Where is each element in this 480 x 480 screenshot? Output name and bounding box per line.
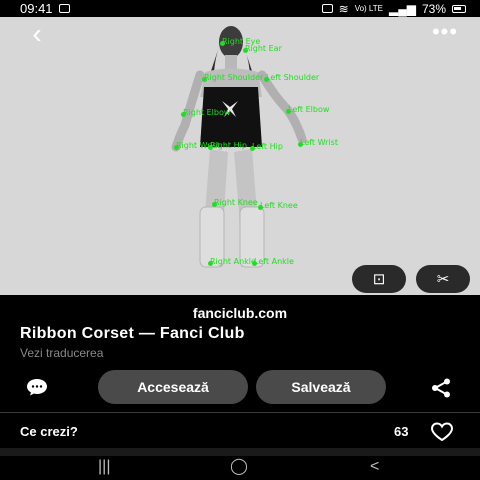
keypoint-label: Left Wrist [300, 138, 338, 147]
keypoint-label: Right Elbow [183, 108, 231, 117]
keypoint-label: Left Shoulder [266, 73, 320, 82]
recents-button[interactable]: ||| [98, 458, 110, 476]
battery-percent: 73% [421, 1, 446, 16]
share-icon[interactable] [430, 378, 452, 398]
chevron-left-icon: ‹ [32, 18, 42, 49]
alarm-icon [321, 4, 333, 13]
like-count: 63 [394, 424, 409, 439]
scissors-icon: ✂ [436, 271, 450, 288]
keypoint-label: Right Hip [210, 141, 247, 150]
keypoint-label: Left Knee [260, 201, 298, 210]
keypoint-label: Left Hip [252, 142, 283, 151]
keypoint-label: Right Ankle [210, 257, 256, 266]
keypoint-label: Left Ankle [254, 257, 294, 266]
visual-search-button[interactable]: ⊡ [352, 265, 406, 293]
lens-icon: ⊡ [372, 271, 386, 288]
visit-button[interactable]: Accesează [98, 370, 248, 404]
back-button[interactable]: ‹ [22, 18, 52, 49]
divider [0, 412, 480, 413]
network-indicator: Vo) LTE [354, 4, 383, 13]
status-left: 09:41 [20, 1, 70, 16]
more-options-button[interactable]: ••• [430, 17, 460, 47]
keypoint-label: Right Knee [214, 198, 258, 207]
more-dots-icon: ••• [431, 19, 459, 44]
save-button[interactable]: Salvează [256, 370, 386, 404]
pin-image[interactable]: Right Eye Right Ear Right Shoulder Left Sho… [0, 17, 480, 295]
status-bar: 09:41 ≋ Vo) LTE ▂▄▆ 73% [0, 0, 480, 17]
signal-icon: ▂▄▆ [389, 1, 416, 16]
heart-icon[interactable] [430, 422, 454, 442]
keypoint-label: Right Ear [245, 44, 282, 53]
cutout-button[interactable]: ✂ [416, 265, 470, 293]
pin-title: Ribbon Corset — Fanci Club [20, 325, 245, 342]
status-time: 09:41 [20, 1, 53, 16]
system-nav-bar: ||| ◯ < [0, 456, 480, 480]
system-back-button[interactable]: < [370, 458, 379, 476]
comments-preview [0, 448, 480, 456]
translate-link[interactable]: Vezi traducerea [20, 346, 103, 360]
battery-icon [452, 4, 466, 13]
comment-icon[interactable] [26, 378, 48, 396]
keypoint-label: Left Elbow [288, 105, 330, 114]
keypoint-label: Right Shoulder [204, 73, 264, 82]
status-right: ≋ Vo) LTE ▂▄▆ 73% [321, 1, 466, 16]
pose-figure [171, 26, 307, 268]
gallery-icon [58, 4, 70, 13]
comment-prompt[interactable]: Ce crezi? [20, 424, 78, 439]
home-button[interactable]: ◯ [230, 456, 248, 476]
action-row: Accesează Salvează [0, 370, 480, 404]
pin-domain-link[interactable]: fanciclub.com [0, 305, 480, 321]
wifi-icon: ≋ [338, 1, 349, 16]
